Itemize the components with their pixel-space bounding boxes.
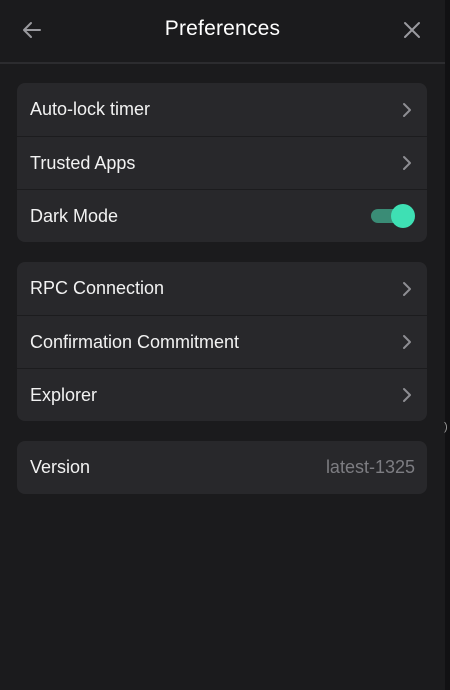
edge-glyph: ) xyxy=(444,421,448,433)
chevron-right-icon xyxy=(399,281,415,297)
version-value: latest-1325 xyxy=(325,457,415,477)
row-label: Trusted Apps xyxy=(30,152,136,173)
row-dark-mode: Dark Mode xyxy=(17,189,427,242)
row-rpc-connection[interactable]: RPC Connection xyxy=(17,262,427,315)
row-explorer[interactable]: Explorer xyxy=(17,368,427,421)
page-title: Preferences xyxy=(164,17,281,40)
row-version: Version latest-1325 xyxy=(17,441,427,494)
row-label: Confirmation Commitment xyxy=(30,331,240,352)
close-button[interactable] xyxy=(396,14,428,46)
toggle-knob xyxy=(391,204,415,228)
row-trusted-apps[interactable]: Trusted Apps xyxy=(17,136,427,189)
chevron-right-icon xyxy=(399,155,415,171)
close-icon xyxy=(404,22,420,38)
chevron-right-icon xyxy=(399,387,415,403)
chevron-right-icon xyxy=(399,102,415,118)
row-label: Dark Mode xyxy=(30,205,119,226)
row-label: Explorer xyxy=(30,384,98,405)
chevron-right-icon xyxy=(399,334,415,350)
preferences-panel: Preferences Auto-lock timer Trusted Apps… xyxy=(0,0,445,690)
row-auto-lock-timer[interactable]: Auto-lock timer xyxy=(17,83,427,136)
row-label: RPC Connection xyxy=(30,278,165,298)
header-divider xyxy=(0,62,445,64)
row-confirmation-commitment[interactable]: Confirmation Commitment xyxy=(17,315,427,368)
row-label: Version xyxy=(30,457,91,477)
window-edge xyxy=(445,0,450,690)
settings-group-about: Version latest-1325 xyxy=(17,441,427,494)
row-label: Auto-lock timer xyxy=(30,99,151,119)
settings-group-security: Auto-lock timer Trusted Apps Dark Mode xyxy=(17,83,427,242)
dark-mode-toggle[interactable] xyxy=(371,204,415,228)
header: Preferences xyxy=(0,0,445,62)
settings-group-network: RPC Connection Confirmation Commitment E… xyxy=(17,262,427,421)
